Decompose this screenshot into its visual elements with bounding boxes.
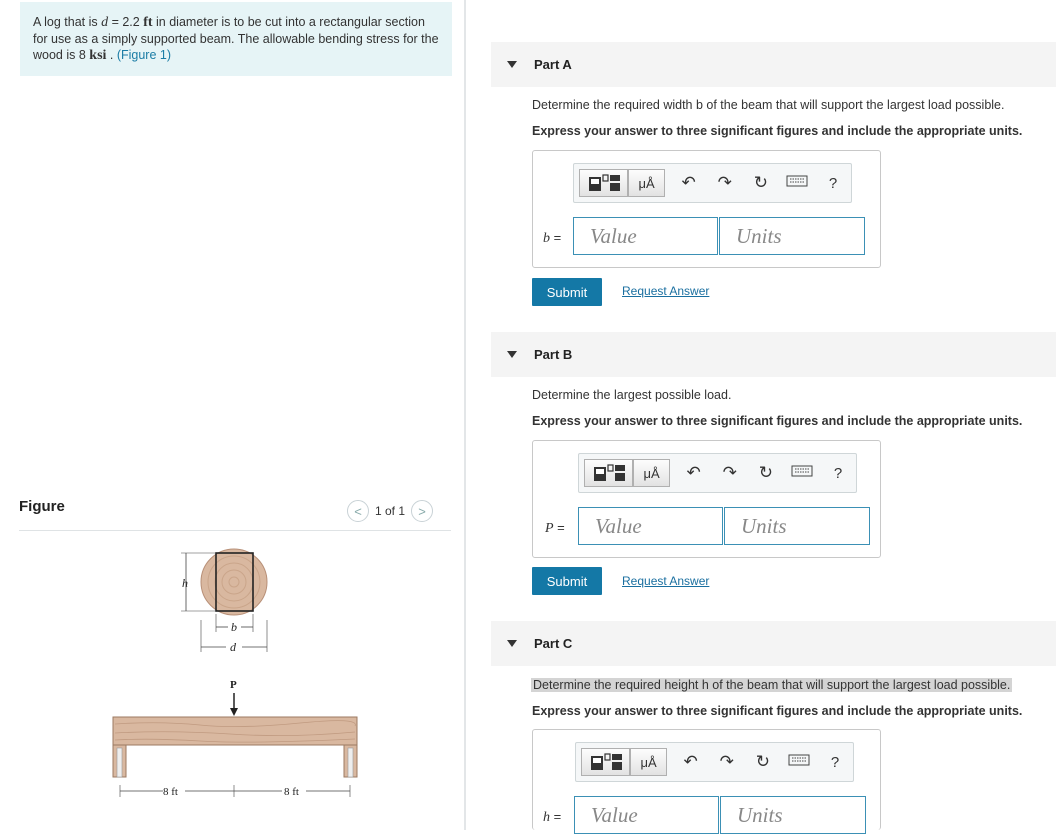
part-b-header[interactable]: Part B [491,332,1056,377]
units-button[interactable]: μÅ [628,169,665,197]
problem-panel: A log that is d = 2.2 ft in diameter is … [0,0,465,830]
math-toolbar: μÅ ↶ ↷ ↻ ? [573,163,852,203]
reset-icon[interactable]: ↻ [745,752,781,772]
part-c-header[interactable]: Part C [491,621,1056,666]
part-b-var: P [545,521,554,536]
log-cross-section [200,548,268,616]
problem-text-1: A log that is [33,15,102,29]
part-c-question: Determine the required height h of the b… [531,678,1013,692]
parts-panel: Part A Determine the required width b of… [491,0,1056,834]
redo-icon[interactable]: ↷ [707,173,743,193]
part-c-units-input[interactable]: Units [720,796,866,834]
help-icon[interactable]: ? [820,465,856,482]
reset-icon[interactable]: ↻ [743,173,779,193]
part-c-eq: = [550,809,562,824]
units-button[interactable]: μÅ [633,459,670,487]
units-button[interactable]: μÅ [630,748,667,776]
part-a-header[interactable]: Part A [491,42,1056,87]
next-figure-button[interactable]: > [411,500,434,522]
problem-statement: A log that is d = 2.2 ft in diameter is … [20,2,452,76]
part-a-units-input[interactable]: Units [719,217,865,255]
collapse-triangle-icon [507,640,517,647]
part-b-title: Part B [534,347,573,362]
figure-label: Figure [19,498,65,515]
help-icon[interactable]: ? [817,754,853,771]
math-toolbar: μÅ ↶ ↷ ↻ ? [578,453,857,493]
b-dim-label: b [231,620,237,634]
template-button[interactable] [579,169,629,197]
collapse-triangle-icon [507,351,517,358]
right-support [343,744,358,778]
part-a-request-answer-link[interactable]: Request Answer [622,284,709,298]
keyboard-icon[interactable] [784,463,820,483]
part-a-var: b [543,231,550,246]
template-icon [593,464,625,481]
left-support [112,744,127,778]
part-b-var-label: P = [545,520,565,537]
unit-ksi: ksi [89,48,107,63]
redo-icon[interactable]: ↷ [709,752,745,772]
problem-text-2: = 2.2 [108,15,144,29]
template-button[interactable] [584,459,634,487]
part-b-value-input[interactable]: Value [578,507,723,545]
beam [112,716,358,746]
part-b-instruction: Express your answer to three significant… [532,414,1023,428]
span-right-label: 8 ft [284,786,299,798]
unit-ft: ft [143,15,153,30]
d-dim-label: d [230,640,237,654]
part-b-answer-box: μÅ ↶ ↷ ↻ ? P = Value Units [532,440,881,558]
part-c-var: h [543,810,550,825]
template-button[interactable] [581,748,631,776]
keyboard-icon[interactable] [781,752,817,772]
part-a-value-input[interactable]: Value [573,217,718,255]
figure-link[interactable]: (Figure 1) [117,48,171,62]
h-dim-label: h [182,576,188,590]
part-a-submit-button[interactable]: Submit [532,278,602,306]
part-c-instruction: Express your answer to three significant… [532,704,1023,718]
part-b-submit-button[interactable]: Submit [532,567,602,595]
beam-figure: h b d P 8 ft 8 ft [112,548,358,798]
part-a-question: Determine the required width b of the be… [532,98,1005,112]
part-c-answer-box: μÅ ↶ ↷ ↻ ? h = Value Units [532,729,881,834]
prev-figure-button[interactable]: < [347,500,369,522]
problem-text-4: . [106,48,117,62]
part-a-eq: = [550,230,562,245]
part-b-eq: = [553,520,565,535]
reset-icon[interactable]: ↻ [748,463,784,483]
part-b-units-input[interactable]: Units [724,507,870,545]
part-c-var-label: h = [543,809,561,826]
math-toolbar: μÅ ↶ ↷ ↻ ? [575,742,854,782]
part-a-instruction: Express your answer to three significant… [532,124,1023,138]
part-c-value-input[interactable]: Value [574,796,719,834]
part-b-request-answer-link[interactable]: Request Answer [622,574,709,588]
help-icon[interactable]: ? [815,175,851,192]
span-left-label: 8 ft [163,786,178,798]
part-a-title: Part A [534,57,572,72]
template-icon [590,753,622,770]
keyboard-icon[interactable] [779,173,815,193]
part-c-title: Part C [534,636,573,651]
template-icon [588,174,620,191]
figure-pager: < 1 of 1 > [347,500,434,522]
undo-icon[interactable]: ↶ [673,752,709,772]
part-b-question: Determine the largest possible load. [532,388,732,402]
redo-icon[interactable]: ↷ [712,463,748,483]
undo-icon[interactable]: ↶ [676,463,712,483]
undo-icon[interactable]: ↶ [671,173,707,193]
load-p-label: P [230,679,237,691]
part-a-var-label: b = [543,230,561,247]
part-a-answer-box: μÅ ↶ ↷ ↻ ? b = Value Units [532,150,881,268]
collapse-triangle-icon [507,61,517,68]
panel-divider [464,0,466,830]
pager-text: 1 of 1 [375,504,406,518]
